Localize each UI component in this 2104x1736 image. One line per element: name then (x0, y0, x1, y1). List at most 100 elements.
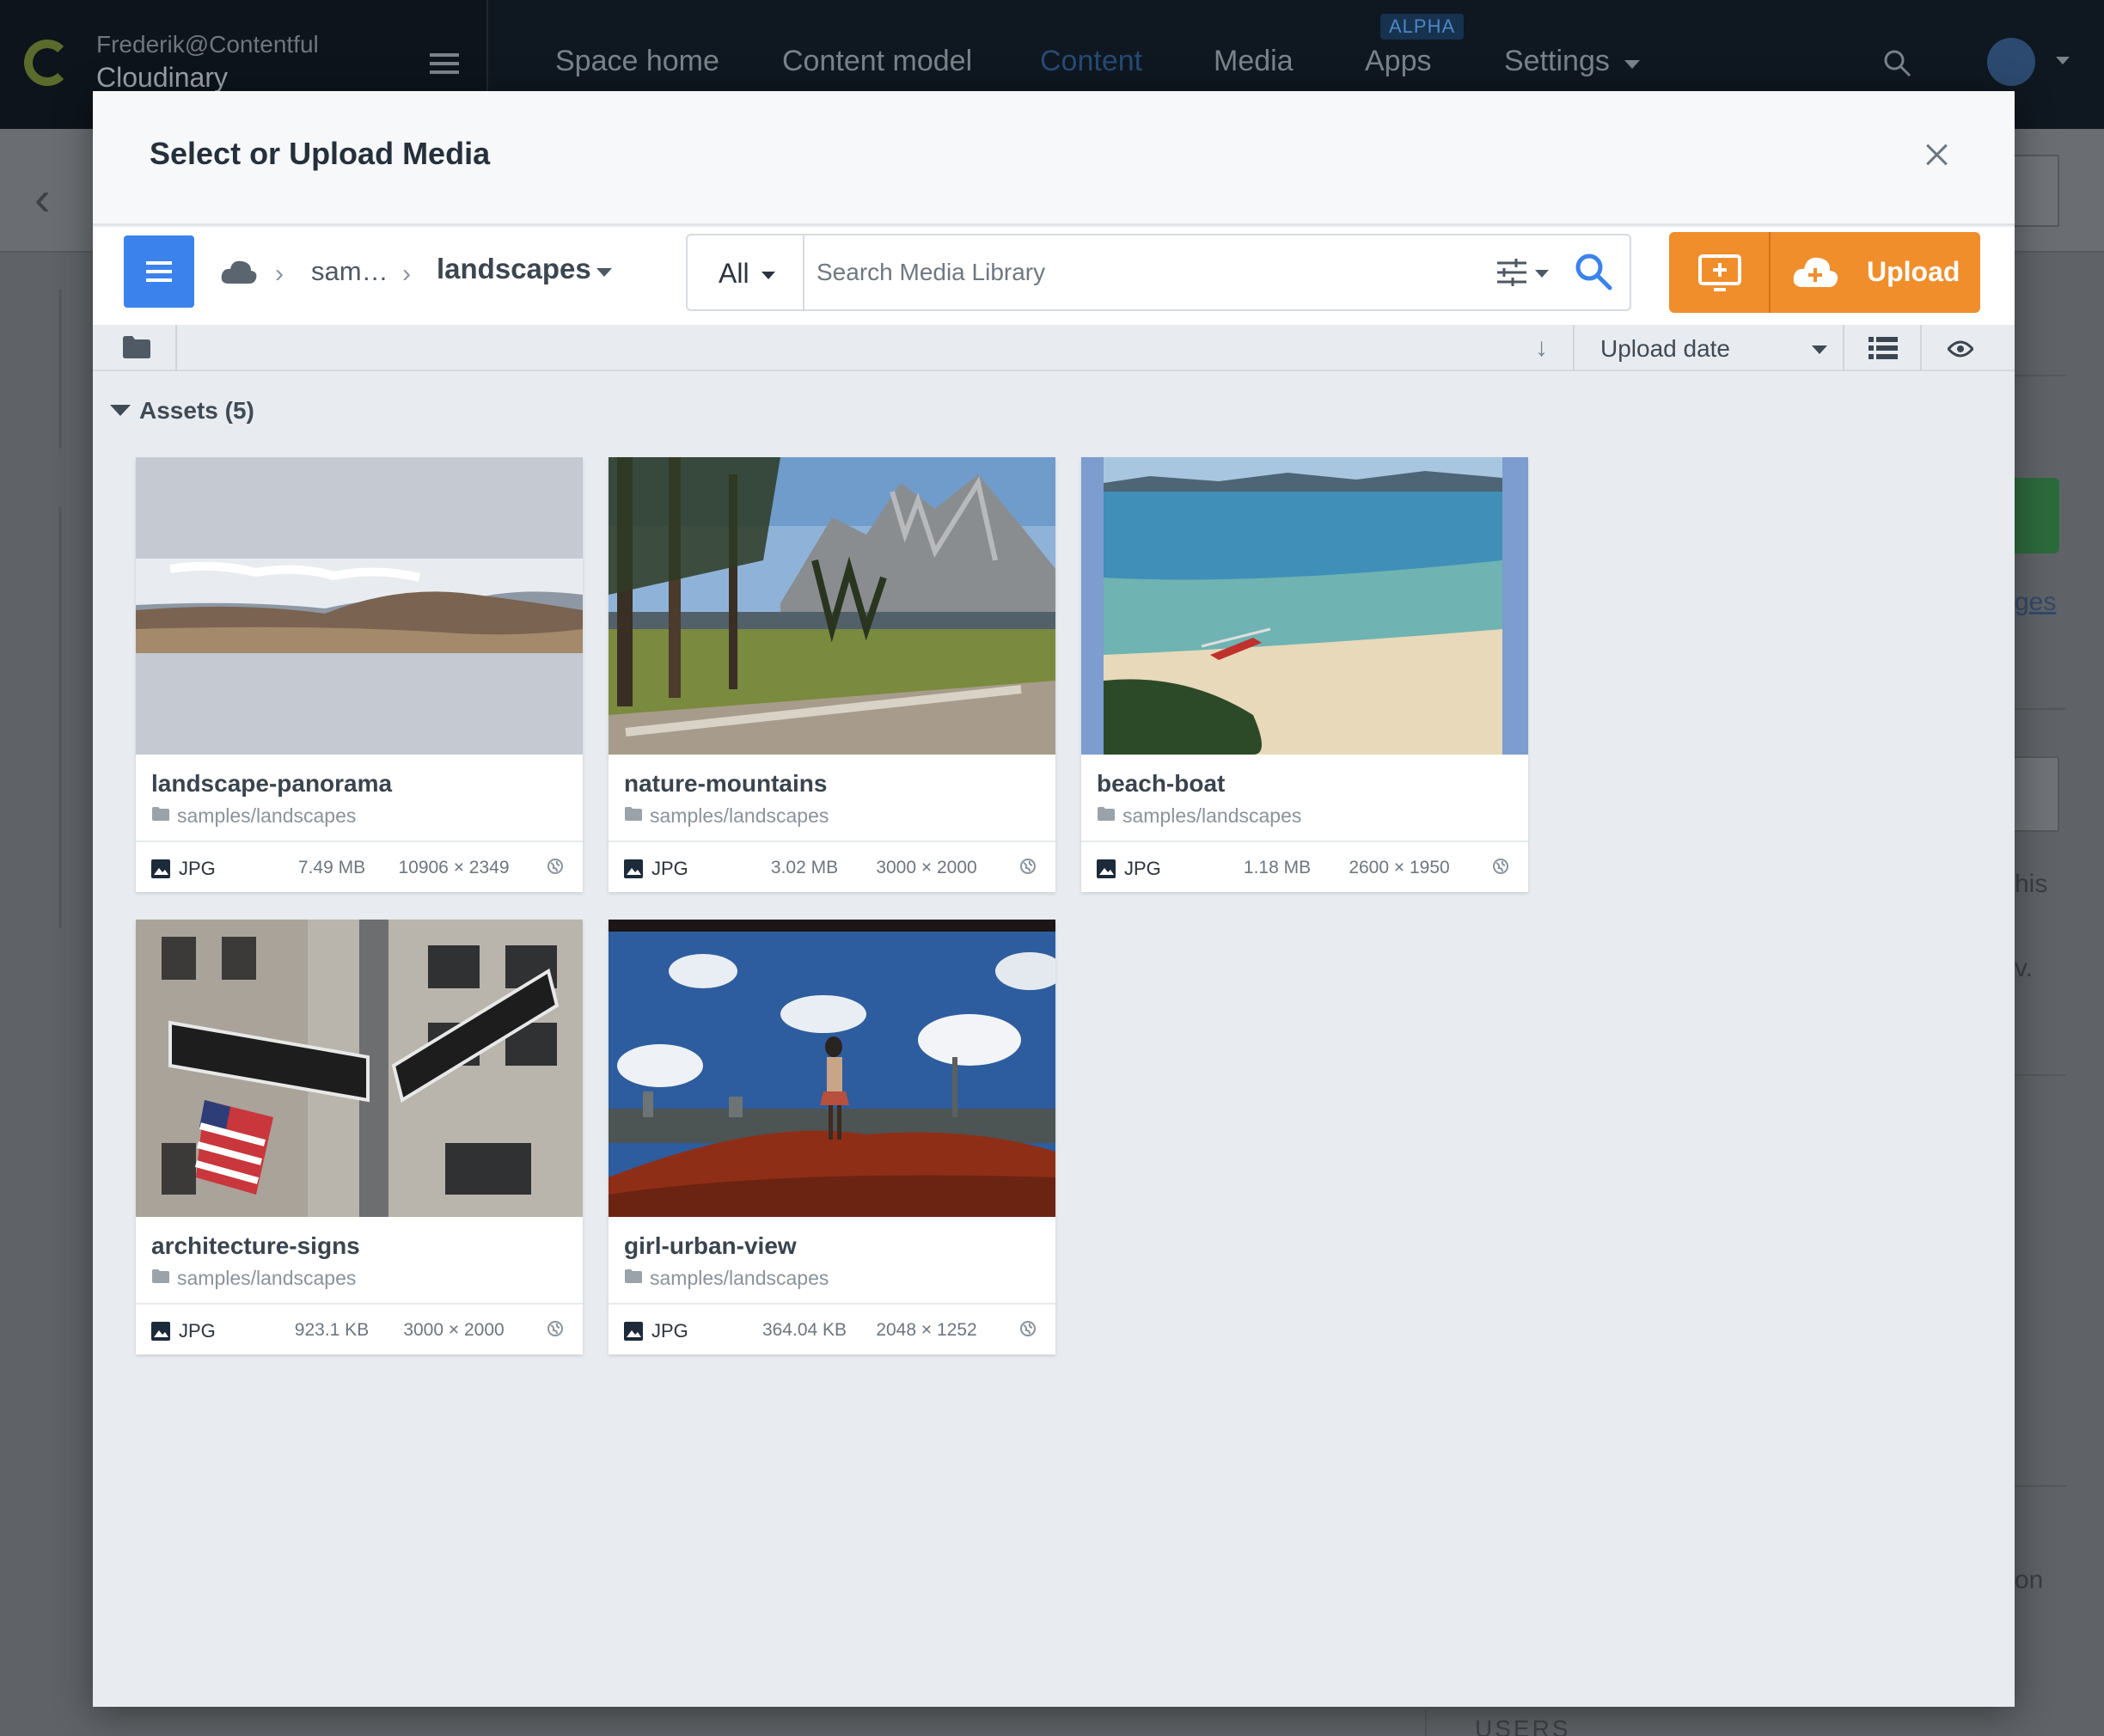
asset-name: beach-boat (1097, 770, 1226, 797)
media-library-modal: Select or Upload Media › sam… › landscap… (93, 91, 2015, 1707)
background-divider (1425, 1710, 1427, 1736)
back-arrow-icon[interactable]: ‹ (34, 170, 51, 226)
background-text: his (2015, 870, 2048, 898)
folder-icon (625, 807, 642, 821)
asset-card[interactable]: girl-urban-view samples/landscapes JPG 3… (609, 920, 1055, 1354)
search-input[interactable] (817, 244, 1487, 301)
asset-name: architecture-signs (151, 1232, 360, 1259)
asset-name: landscape-panorama (151, 770, 393, 797)
nav-apps[interactable]: Apps (1365, 45, 1432, 78)
asset-path: samples/landscapes (177, 1267, 357, 1289)
divider (1573, 325, 1575, 371)
asset-card[interactable]: landscape-panorama samples/landscapes JP… (136, 457, 583, 892)
asset-meta: JPG 364.04 KB 2048 × 1252 (609, 1303, 1055, 1354)
assets-section-toggle[interactable]: Assets (5) (110, 397, 254, 425)
asset-card[interactable]: architecture-signs samples/landscapes JP… (136, 920, 583, 1354)
asset-path: samples/landscapes (650, 804, 829, 827)
asset-card[interactable]: nature-mountains samples/landscapes JPG … (609, 457, 1055, 892)
divider (1843, 325, 1844, 371)
folder-icon[interactable] (122, 335, 151, 359)
nav-media[interactable]: Media (1214, 45, 1294, 78)
background-publish-button[interactable] (2011, 478, 2059, 553)
nav-settings[interactable]: Settings (1504, 45, 1610, 78)
globe-icon (547, 1321, 563, 1336)
menu-button[interactable] (124, 235, 194, 308)
asset-format: JPG (651, 858, 688, 879)
asset-path: samples/landscapes (1122, 804, 1302, 827)
sort-arrow-icon[interactable]: ↓ (1535, 333, 1548, 363)
background-divider (58, 507, 62, 928)
folder-icon (1098, 807, 1115, 821)
image-icon (624, 1322, 643, 1341)
avatar[interactable] (1987, 38, 2035, 86)
list-view-icon[interactable] (1869, 337, 1898, 359)
background-divider (2015, 1485, 2066, 1487)
media-toolbar: › sam… › landscapes All Search Media Lib… (93, 227, 2015, 325)
background-text: v. (2015, 954, 2034, 982)
eye-icon[interactable] (1948, 340, 1973, 358)
breadcrumb-current[interactable]: landscapes (437, 253, 591, 285)
asset-thumbnail (136, 920, 583, 1217)
asset-path: samples/landscapes (650, 1267, 829, 1289)
breadcrumb-parent[interactable]: sam… (311, 256, 388, 287)
chevron-down-icon[interactable] (1535, 270, 1549, 278)
search-icon[interactable] (1882, 48, 1913, 79)
chevron-right-icon: › (275, 260, 284, 288)
asset-name: girl-urban-view (624, 1232, 797, 1259)
asset-size: 364.04 KB (761, 1320, 847, 1340)
divider (1920, 325, 1922, 371)
upload-from-screen-button[interactable] (1669, 232, 1769, 313)
upload-label: Upload (1867, 256, 1960, 287)
chevron-right-icon: › (402, 260, 411, 288)
cloud-icon[interactable] (220, 258, 258, 285)
chevron-down-icon (761, 272, 775, 279)
globe-icon (547, 859, 563, 874)
upload-button-group: Upload (1669, 232, 1980, 313)
asset-meta: JPG 7.49 MB 10906 × 2349 (136, 840, 583, 892)
caret-down-icon (110, 405, 131, 417)
nav-space-home[interactable]: Space home (555, 45, 719, 78)
brand-space-name: Cloudinary (96, 62, 228, 93)
nav-content-model[interactable]: Content model (782, 45, 972, 78)
asset-dimensions: 3000 × 2000 (876, 858, 977, 877)
background-link[interactable]: ges (2015, 588, 2056, 617)
upload-button[interactable]: Upload (1771, 232, 1980, 313)
background-divider (58, 289, 62, 449)
asset-card[interactable]: beach-boat samples/landscapes JPG 1.18 M… (1081, 457, 1528, 892)
asset-thumbnail (1081, 457, 1528, 755)
asset-format: JPG (651, 1320, 688, 1342)
asset-format: JPG (179, 858, 216, 879)
folder-icon (152, 807, 169, 821)
close-icon[interactable] (1920, 139, 1954, 174)
modal-header: Select or Upload Media (93, 91, 2015, 225)
globe-icon (1020, 1321, 1036, 1336)
chevron-down-icon[interactable] (1812, 345, 1827, 354)
background-divider (2015, 1074, 2066, 1076)
asset-size: 7.49 MB (297, 858, 366, 877)
filter-icon[interactable] (1495, 256, 1528, 289)
asset-meta: JPG 3.02 MB 3000 × 2000 (609, 840, 1055, 892)
upload-media-icon (1698, 254, 1741, 291)
background-panel (2011, 155, 2059, 227)
background-panel (2011, 756, 2059, 832)
sort-select[interactable]: Upload date (1600, 335, 1730, 363)
modal-title: Select or Upload Media (150, 136, 491, 171)
nav-content[interactable]: Content (1040, 45, 1142, 78)
view-options-bar: ↓ Upload date (93, 325, 2015, 371)
asset-format: JPG (1124, 858, 1161, 879)
globe-icon (1020, 859, 1036, 874)
asset-meta: JPG 923.1 KB 3000 × 2000 (136, 1303, 583, 1354)
chevron-down-icon[interactable] (596, 268, 612, 277)
folder-icon (625, 1269, 642, 1283)
image-icon (151, 1322, 170, 1341)
asset-dimensions: 2600 × 1950 (1349, 858, 1450, 877)
asset-size: 1.18 MB (1243, 858, 1312, 877)
asset-size: 3.02 MB (770, 858, 839, 877)
search-scope-select[interactable]: All (688, 235, 804, 309)
search-scope-label: All (719, 258, 749, 289)
asset-name: nature-mountains (624, 770, 828, 797)
asset-thumbnail (136, 457, 583, 755)
search-icon[interactable] (1573, 251, 1614, 292)
hamburger-menu-icon[interactable] (430, 53, 459, 79)
asset-dimensions: 10906 × 2349 (398, 858, 510, 877)
